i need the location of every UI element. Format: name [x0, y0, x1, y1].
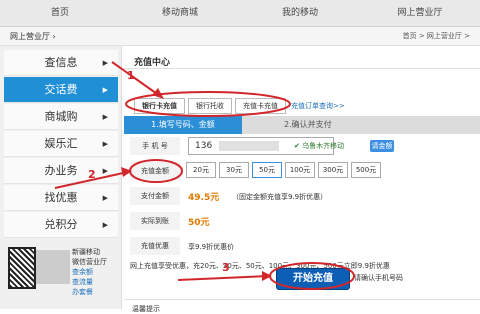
label-discount: 充值优惠	[130, 237, 180, 255]
step-next: 2.确认并支付	[284, 120, 332, 129]
pay-amount: 49.5元	[188, 193, 220, 203]
main-content: 充值中心 银行卡充值 银行托收 充值卡充值 充值订单查询>> 1.填写号码、金额…	[124, 46, 480, 313]
sidebar-item-deals[interactable]: 找优惠 ▶	[4, 185, 118, 211]
discount-note: 享9.9折优惠价	[188, 243, 235, 251]
phone-value: 136	[195, 141, 213, 151]
sidebar-item-label: 交话费	[44, 83, 78, 96]
nav-home[interactable]: 首页	[0, 0, 120, 26]
sidebar-item-pay-bill[interactable]: 交话费 ▶	[4, 77, 118, 103]
sidebar-item-business[interactable]: 办业务 ▶	[4, 158, 118, 184]
tab-bank-collection[interactable]: 银行托收	[188, 97, 232, 114]
sidebar-item-shop[interactable]: 商城购 ▶	[4, 104, 118, 130]
amount-20[interactable]: 20元	[186, 162, 216, 178]
amount-100[interactable]: 100元	[285, 162, 315, 178]
confirm-text: 请确认手机号码	[354, 274, 403, 282]
annotation-1: 1	[127, 69, 135, 82]
order-query-link[interactable]: 充值订单查询>>	[291, 101, 345, 111]
chevron-right-icon: ▶	[102, 59, 108, 67]
chevron-right-icon: ▶	[102, 86, 108, 94]
qr-code-icon	[8, 247, 36, 289]
amount-300[interactable]: 300元	[318, 162, 348, 178]
recharge-tabs: 银行卡充值 银行托收 充值卡充值 充值订单查询>>	[134, 97, 345, 114]
label-pay: 支付金额	[130, 187, 180, 205]
chevron-right-icon: ▶	[102, 194, 108, 202]
breadcrumb-path[interactable]: 首页 > 网上营业厅 >	[403, 31, 470, 41]
tab-bank-card[interactable]: 银行卡充值	[134, 97, 185, 114]
sidebar-item-label: 找优惠	[44, 191, 78, 204]
label-amount: 充值金额	[130, 162, 180, 180]
link-balance[interactable]: 查余额	[72, 267, 107, 277]
sidebar-item-label: 兑积分	[44, 218, 78, 231]
amount-options: 20元 30元 50元 100元 300元 500元	[186, 162, 384, 178]
sidebar-item-label: 查信息	[44, 56, 78, 69]
wechat-line2: 微信营业厅	[72, 258, 107, 266]
label-phone: 手 机 号	[130, 137, 180, 155]
wechat-line1: 新疆移动	[72, 248, 100, 256]
step-bar: 1.填写号码、金额 2.确认并支付	[124, 116, 480, 134]
annotation-2: 2	[88, 168, 96, 181]
breadcrumb-title: 网上营业厅 ›	[10, 32, 56, 41]
top-navigation: 首页 移动商城 我的移动 网上营业厅	[0, 0, 480, 27]
sidebar-item-info[interactable]: 查信息 ▶	[4, 50, 118, 76]
location-text: ✔ 乌鲁木齐移动	[294, 142, 345, 150]
sidebar-item-entertainment[interactable]: 娱乐汇 ▶	[4, 131, 118, 157]
promo-text: 网上充值享受优惠，充20元、30元、50元、100元、300元、500元立即9.…	[130, 262, 390, 270]
amount-500[interactable]: 500元	[351, 162, 381, 178]
chevron-right-icon: ▶	[102, 140, 108, 148]
sidebar-item-points[interactable]: 兑积分 ▶	[4, 212, 118, 238]
amount-30[interactable]: 30元	[219, 162, 249, 178]
pay-note: （固定金额充值享9.9折优惠）	[232, 193, 328, 201]
sidebar-item-label: 商城购	[44, 110, 78, 123]
blurred-image	[36, 250, 70, 284]
breadcrumb: 网上营业厅 › 首页 > 网上营业厅 >	[0, 27, 480, 46]
label-points: 实际到账	[130, 212, 180, 230]
divider	[124, 299, 480, 300]
sidebar-item-label: 办业务	[44, 164, 78, 177]
nav-online-hall[interactable]: 网上营业厅	[360, 0, 480, 26]
chevron-right-icon: ▶	[102, 113, 108, 121]
page-title: 充值中心	[134, 58, 171, 68]
start-recharge-button[interactable]: 开始充值	[276, 268, 350, 290]
step-current: 1.填写号码、金额	[124, 116, 242, 134]
sidebar-item-label: 娱乐汇	[44, 137, 78, 150]
annotation-3: 3	[222, 261, 230, 274]
chevron-right-icon: ▶	[102, 167, 108, 175]
wechat-info: 新疆移动 微信营业厅 查余额 查流量 办套餐	[72, 247, 107, 297]
amount-button[interactable]: 请金额	[370, 140, 394, 152]
footer-tip: 温馨提示	[132, 305, 160, 313]
tab-recharge-card[interactable]: 充值卡充值	[235, 97, 286, 114]
amount-50[interactable]: 50元	[252, 162, 282, 178]
nav-my-mobile[interactable]: 我的移动	[240, 0, 360, 26]
points-amount: 50元	[188, 218, 210, 228]
link-data[interactable]: 查流量	[72, 277, 107, 287]
nav-mall[interactable]: 移动商城	[120, 0, 240, 26]
chevron-right-icon: ▶	[102, 221, 108, 229]
masked-digits	[219, 141, 279, 151]
link-plan[interactable]: 办套餐	[72, 287, 107, 297]
divider	[124, 68, 480, 69]
